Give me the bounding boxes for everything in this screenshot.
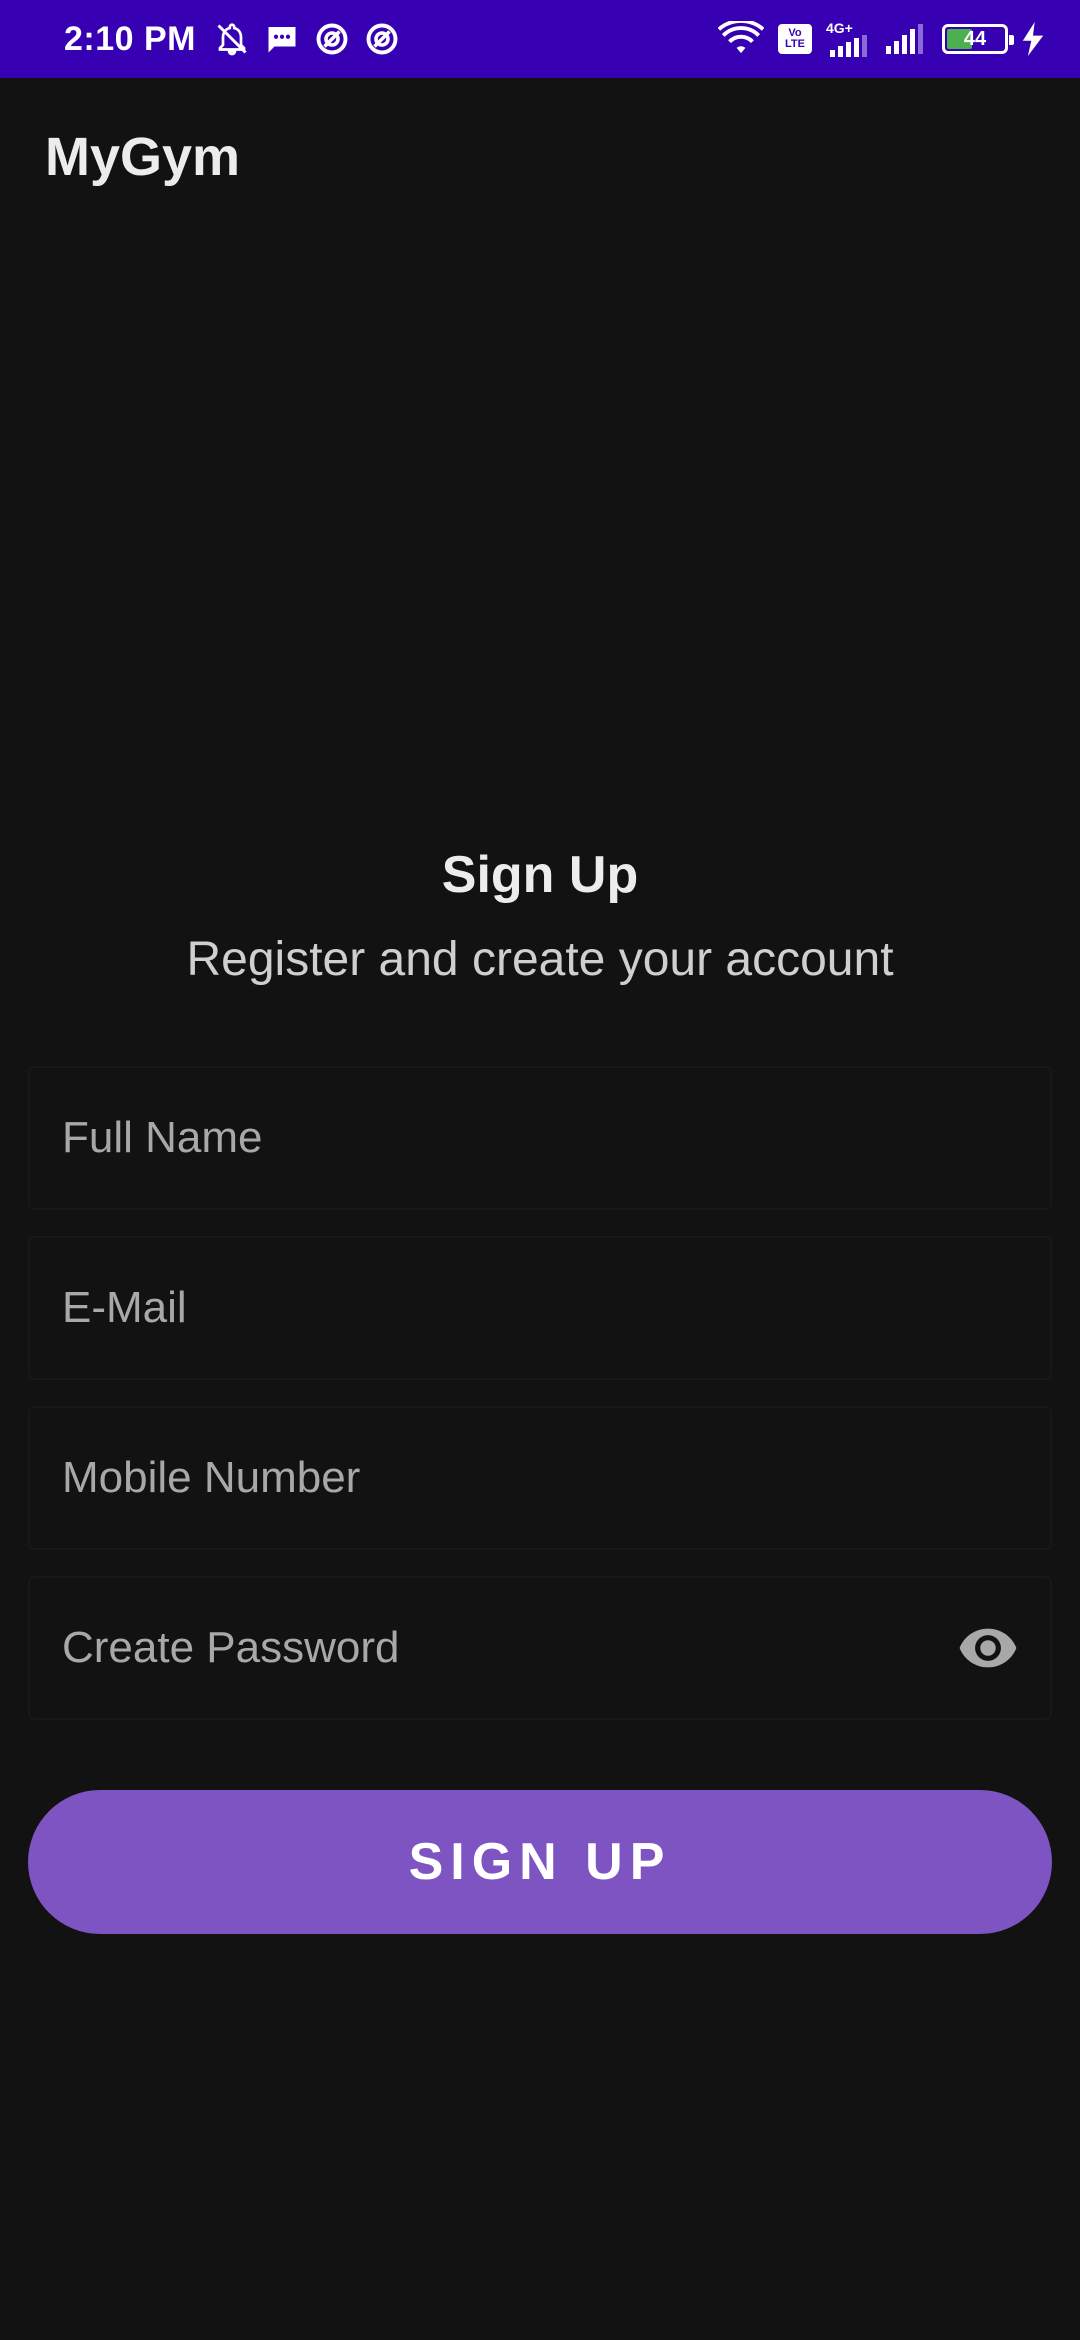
network-type-label: 4G+	[826, 20, 853, 36]
signal-4g-icon: 4G+	[826, 21, 870, 57]
battery-icon: 44	[942, 24, 1014, 54]
sign-up-button[interactable]: SIGN UP	[28, 1790, 1052, 1934]
signal-icon	[884, 24, 928, 54]
wifi-icon	[718, 21, 764, 57]
battery-level: 44	[963, 27, 987, 50]
mute-bell-icon	[214, 21, 250, 57]
status-time: 2:10 PM	[64, 19, 196, 58]
charging-icon	[1022, 22, 1044, 56]
mobile-field[interactable]	[28, 1406, 1052, 1550]
data-saver-icon	[314, 21, 350, 57]
system-icons: Vo LTE 4G+ 44	[718, 21, 1044, 57]
page-subtitle: Register and create your account	[186, 933, 894, 986]
data-saver-icon	[364, 21, 400, 57]
status-bar: 2:10 PM Vo LTE 4G+ 44	[0, 0, 1080, 78]
full-name-field[interactable]	[28, 1066, 1052, 1210]
mobile-number-input[interactable]	[62, 1453, 1018, 1503]
eye-icon[interactable]	[956, 1616, 1020, 1680]
page-title: Sign Up	[441, 846, 639, 904]
full-name-input[interactable]	[62, 1113, 1018, 1163]
email-field[interactable]	[28, 1236, 1052, 1380]
password-input[interactable]	[62, 1623, 956, 1673]
email-input[interactable]	[62, 1283, 1018, 1333]
password-field[interactable]	[28, 1576, 1052, 1720]
message-icon	[264, 21, 300, 57]
app-title: MyGym	[45, 127, 241, 187]
volte-icon: Vo LTE	[778, 24, 812, 54]
notification-icons	[214, 21, 400, 57]
